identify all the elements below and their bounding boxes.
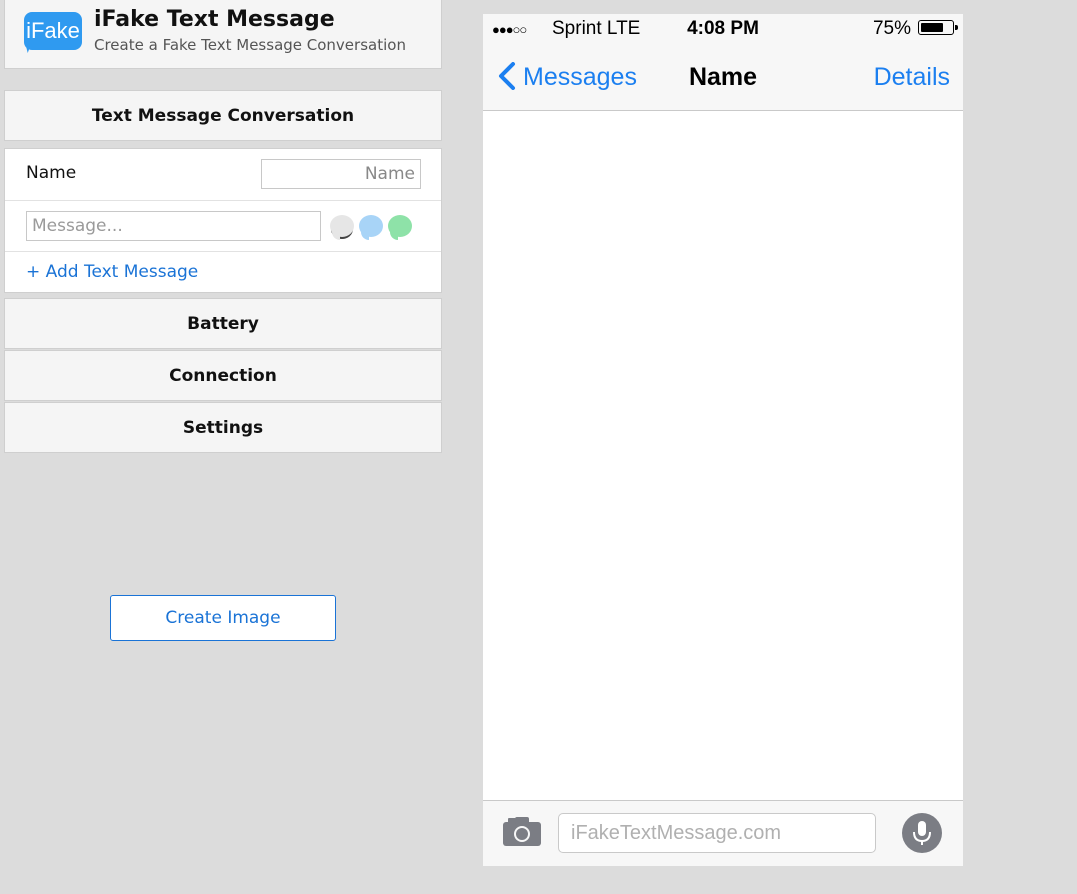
green-bubble-button[interactable] [388,215,412,240]
conversation-panel: Name + Add Text Message [4,148,442,293]
compose-field[interactable]: iFakeTextMessage.com [558,813,876,853]
section-conversation-header[interactable]: Text Message Conversation [4,90,442,141]
logo-text: iFake [24,12,82,50]
section-battery-header[interactable]: Battery [4,298,442,349]
message-row [5,201,441,252]
app-title: iFake Text Message [94,7,335,32]
details-button[interactable]: Details [874,63,950,92]
app-logo: iFake [20,12,84,54]
name-row: Name [5,149,441,201]
battery-percent: 75% [872,18,911,39]
microphone-button[interactable] [902,813,942,853]
microphone-icon [913,821,931,845]
app-header: iFake iFake Text Message Create a Fake T… [4,0,442,69]
app-subtitle: Create a Fake Text Message Conversation [94,36,406,54]
add-text-message-link[interactable]: + Add Text Message [26,262,198,282]
section-settings-header[interactable]: Settings [4,402,442,453]
nav-bar: Messages Name Details [483,44,963,111]
message-input[interactable] [26,211,321,241]
status-bar: ●●●○○ Sprint LTE 4:08 PM 75% [483,14,963,44]
gray-bubble-button[interactable] [330,215,354,240]
battery-icon [918,20,958,35]
section-connection-header[interactable]: Connection [4,350,442,401]
phone-preview: ●●●○○ Sprint LTE 4:08 PM 75% Messages Na… [483,14,963,866]
camera-icon[interactable] [502,815,542,847]
create-image-button[interactable]: Create Image [110,595,336,641]
blue-bubble-button[interactable] [359,215,383,240]
name-input[interactable] [261,159,421,189]
name-label: Name [26,163,77,183]
message-thread [483,111,963,800]
compose-bar: iFakeTextMessage.com [483,800,963,866]
